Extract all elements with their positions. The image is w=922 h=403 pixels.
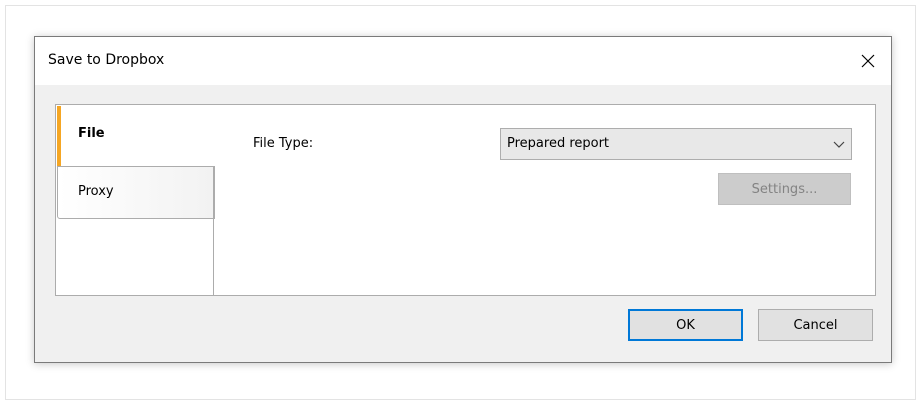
- settings-button[interactable]: Settings...: [718, 173, 851, 205]
- close-button[interactable]: [845, 37, 891, 85]
- tab-file[interactable]: File: [57, 106, 215, 166]
- cancel-button[interactable]: Cancel: [758, 309, 873, 341]
- save-to-dropbox-dialog: Save to Dropbox File Proxy File Type: Pr…: [34, 36, 892, 363]
- tab-divider: [213, 166, 214, 296]
- file-type-select[interactable]: Prepared report: [500, 128, 852, 160]
- dialog-title: Save to Dropbox: [48, 52, 165, 68]
- file-type-label: File Type:: [253, 136, 314, 151]
- cancel-button-label: Cancel: [793, 317, 838, 333]
- file-type-selected-value: Prepared report: [507, 136, 610, 151]
- title-bar: Save to Dropbox: [35, 37, 891, 85]
- ok-button-label: OK: [676, 317, 695, 333]
- chevron-down-icon: [833, 141, 845, 148]
- tab-file-label: File: [78, 126, 105, 141]
- settings-button-label: Settings...: [751, 181, 818, 197]
- tab-proxy-label: Proxy: [78, 184, 114, 199]
- tab-proxy[interactable]: Proxy: [57, 166, 215, 219]
- ok-button[interactable]: OK: [628, 309, 743, 341]
- tab-list: File Proxy: [57, 106, 215, 219]
- close-icon: [861, 54, 875, 68]
